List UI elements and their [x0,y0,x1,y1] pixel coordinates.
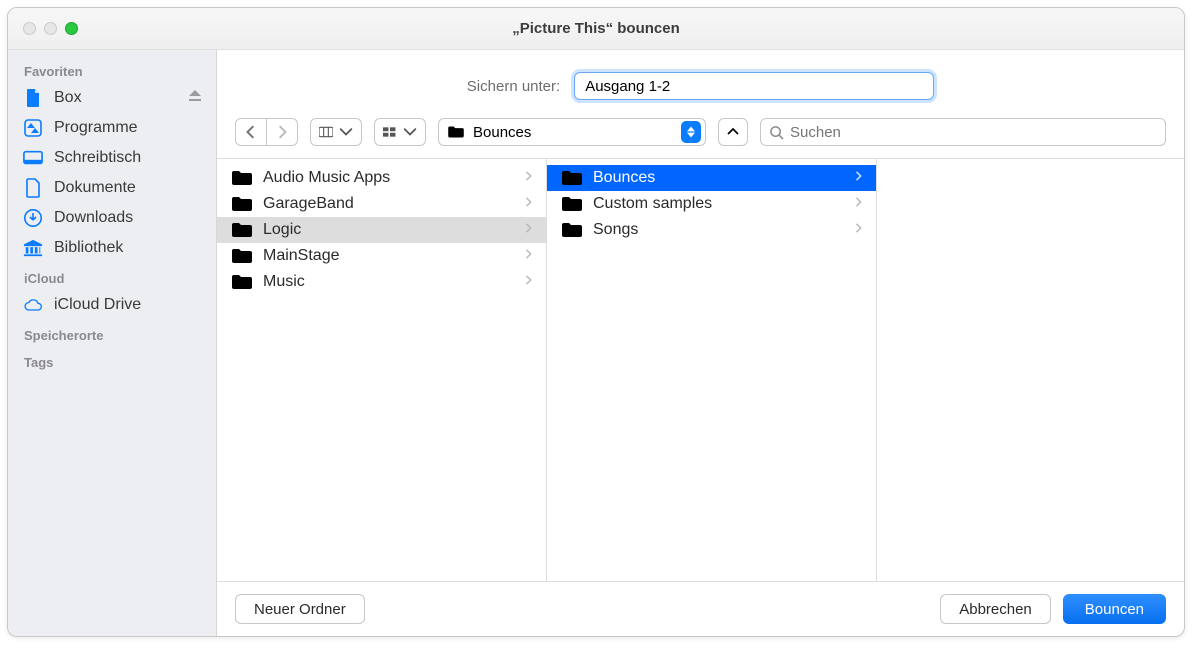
folder-row[interactable]: Custom samples [547,191,876,217]
sidebar-item-label: Box [54,89,82,107]
apps-icon [22,117,44,139]
folder-name: Songs [593,221,638,239]
folder-icon [231,247,253,265]
folder-name: Custom samples [593,195,712,213]
browser-column-3 [877,159,1184,581]
folder-row[interactable]: Audio Music Apps [217,165,546,191]
folder-icon [561,169,583,187]
save-dialog-window: „Picture This“ bouncen Favoriten Box Pro… [7,7,1185,637]
view-columns-button[interactable] [310,118,362,146]
dialog-footer: Neuer Ordner Abbrechen Bouncen [217,581,1184,636]
chevron-right-icon [524,169,534,187]
chevron-right-icon [854,195,864,213]
path-selector[interactable]: Bounces [438,118,706,146]
download-icon [22,207,44,229]
desktop-icon [22,147,44,169]
folder-row[interactable]: Bounces [547,165,876,191]
folder-icon [447,125,465,139]
file-browser: Audio Music Apps GarageBand Logic MainStage… [217,158,1184,581]
folder-name: MainStage [263,247,340,265]
folder-row[interactable]: Songs [547,217,876,243]
folder-name: GarageBand [263,195,354,213]
chevron-right-icon [524,273,534,291]
document-icon [22,87,44,109]
folder-name: Logic [263,221,301,239]
chevron-right-icon [524,195,534,213]
folder-icon [561,195,583,213]
folder-row[interactable]: GarageBand [217,191,546,217]
nav-back-button[interactable] [235,118,267,146]
chevron-right-icon [524,247,534,265]
library-icon [22,237,44,259]
save-as-label: Sichern unter: [467,78,560,95]
sidebar-item-label: Bibliothek [54,239,123,257]
sidebar-item-programme[interactable]: Programme [8,113,216,143]
chevron-right-icon [854,221,864,239]
folder-row[interactable]: MainStage [217,243,546,269]
nav-forward-button[interactable] [267,118,298,146]
eject-icon[interactable] [188,89,202,108]
sidebar-section-favoriten: Favoriten [8,56,216,83]
confirm-button[interactable]: Bouncen [1063,594,1166,624]
chevron-down-icon [339,124,353,141]
sidebar-item-icloud-drive[interactable]: iCloud Drive [8,290,216,320]
folder-icon [231,273,253,291]
sidebar-item-bibliothek[interactable]: Bibliothek [8,233,216,263]
document-icon [22,177,44,199]
titlebar: „Picture This“ bouncen [8,8,1184,50]
folder-icon [231,221,253,239]
sidebar-item-downloads[interactable]: Downloads [8,203,216,233]
collapse-panel-button[interactable] [718,118,748,146]
search-field[interactable] [760,118,1166,146]
sidebar-item-schreibtisch[interactable]: Schreibtisch [8,143,216,173]
toolbar: Bounces [217,118,1184,158]
cloud-icon [22,294,44,316]
folder-icon [561,221,583,239]
sidebar-item-label: Programme [54,119,138,137]
browser-column-2: Bounces Custom samples Songs [547,159,877,581]
folder-name: Music [263,273,305,291]
path-selector-label: Bounces [473,124,531,141]
sidebar-item-dokumente[interactable]: Dokumente [8,173,216,203]
folder-name: Audio Music Apps [263,169,390,187]
search-input[interactable] [790,124,1157,141]
browser-column-1: Audio Music Apps GarageBand Logic MainStage… [217,159,547,581]
new-folder-button[interactable]: Neuer Ordner [235,594,365,624]
sidebar-section-icloud: iCloud [8,263,216,290]
folder-icon [231,169,253,187]
folder-row[interactable]: Logic [217,217,546,243]
sidebar-item-label: Downloads [54,209,133,227]
chevron-right-icon [524,221,534,239]
sidebar-section-tags: Tags [8,347,216,374]
sidebar-item-box[interactable]: Box [8,83,216,113]
cancel-button[interactable]: Abbrechen [940,594,1051,624]
save-as-input[interactable] [574,72,934,100]
folder-row[interactable]: Music [217,269,546,295]
window-title: „Picture This“ bouncen [8,20,1184,37]
chevron-right-icon [854,169,864,187]
sidebar-item-label: Dokumente [54,179,136,197]
sidebar-section-speicherorte: Speicherorte [8,320,216,347]
sidebar-item-label: Schreibtisch [54,149,141,167]
view-options-button[interactable] [374,118,426,146]
chevron-down-icon [403,124,417,141]
folder-icon [231,195,253,213]
main-panel: Sichern unter: Bounces [217,50,1184,636]
updown-arrows-icon [681,121,701,143]
search-icon [769,125,784,140]
folder-name: Bounces [593,169,655,187]
sidebar-item-label: iCloud Drive [54,296,141,314]
sidebar: Favoriten Box Programme Schreibtisch Dok… [8,50,217,636]
